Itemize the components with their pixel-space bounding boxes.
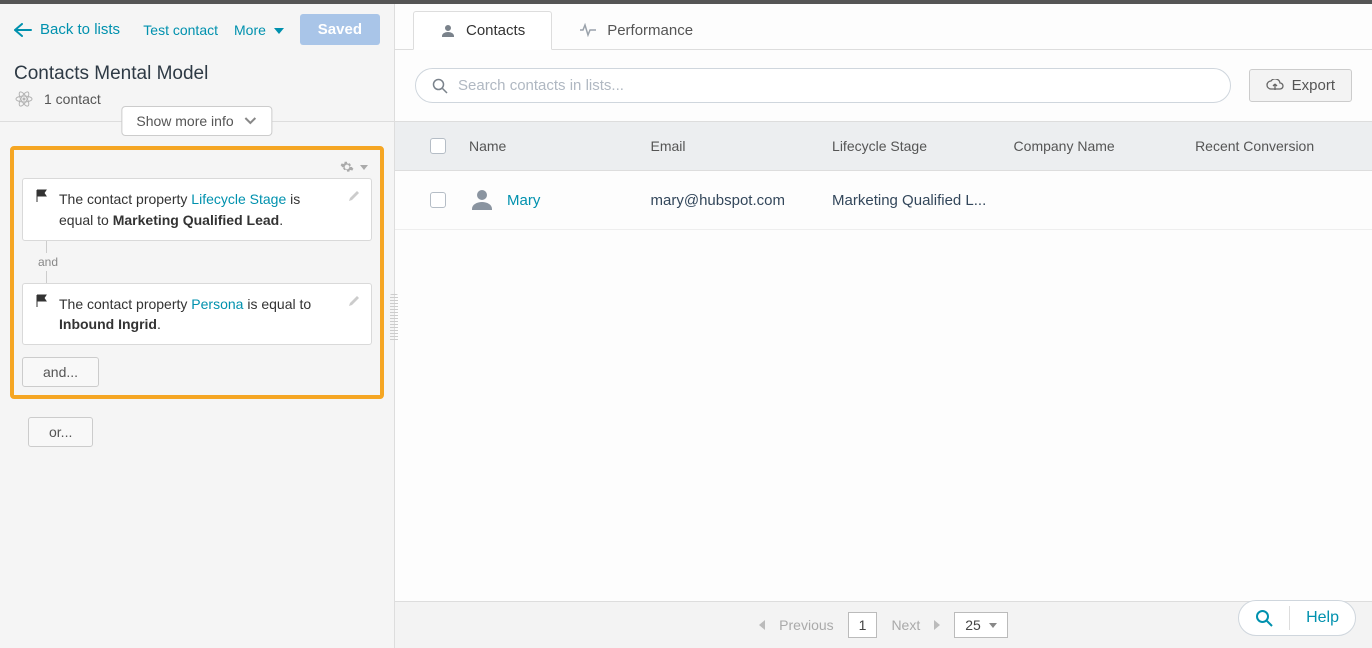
- avatar-icon: [469, 187, 495, 213]
- table-row: Mary mary@hubspot.com Marketing Qualifie…: [395, 171, 1372, 230]
- edit-filter-button[interactable]: [347, 294, 361, 308]
- export-label: Export: [1292, 77, 1335, 94]
- search-icon: [1255, 609, 1273, 627]
- atom-icon: [14, 89, 34, 109]
- help-widget[interactable]: Help: [1238, 600, 1356, 636]
- tab-performance-label: Performance: [607, 22, 693, 39]
- show-more-info-button[interactable]: Show more info: [121, 106, 272, 136]
- pencil-icon: [347, 294, 361, 308]
- search-icon: [432, 78, 448, 94]
- filter-card[interactable]: The contact property Lifecycle Stage is …: [22, 178, 372, 241]
- more-menu[interactable]: More: [234, 22, 284, 38]
- test-contact-link[interactable]: Test contact: [143, 22, 218, 38]
- help-search-button[interactable]: [1239, 601, 1289, 635]
- contact-name-link[interactable]: Mary: [507, 192, 540, 209]
- page-size-value: 25: [965, 617, 981, 633]
- filter-settings-button[interactable]: [340, 158, 368, 174]
- page-number[interactable]: 1: [848, 612, 878, 638]
- chevron-down-icon: [274, 28, 284, 34]
- search-input[interactable]: [456, 76, 1214, 95]
- chevron-down-icon: [244, 116, 258, 126]
- filter-property-link[interactable]: Lifecycle Stage: [191, 191, 286, 207]
- back-to-lists-label: Back to lists: [40, 21, 120, 38]
- arrow-left-icon: [14, 23, 32, 37]
- column-lifecycle-stage[interactable]: Lifecycle Stage: [824, 138, 1006, 154]
- row-checkbox[interactable]: [430, 192, 446, 208]
- sidebar: Back to lists Test contact More Saved Co…: [0, 4, 395, 648]
- column-company-name[interactable]: Company Name: [1006, 138, 1188, 154]
- filter-text-prefix: The contact property: [59, 191, 191, 207]
- saved-button[interactable]: Saved: [300, 14, 380, 45]
- previous-page-button[interactable]: Previous: [779, 617, 833, 633]
- filter-text-suffix: .: [157, 316, 161, 332]
- table-header: Name Email Lifecycle Stage Company Name …: [395, 121, 1372, 171]
- more-label: More: [234, 22, 266, 38]
- back-to-lists-link[interactable]: Back to lists: [14, 21, 120, 38]
- export-button[interactable]: Export: [1249, 69, 1352, 102]
- add-or-filter-button[interactable]: or...: [28, 417, 93, 447]
- contact-count-label: 1 contact: [44, 91, 101, 107]
- add-and-filter-button[interactable]: and...: [22, 357, 99, 387]
- search-contacts[interactable]: [415, 68, 1231, 103]
- pencil-icon: [347, 189, 361, 203]
- filter-text-prefix: The contact property: [59, 296, 191, 312]
- filter-card[interactable]: The contact property Persona is equal to…: [22, 283, 372, 346]
- help-label[interactable]: Help: [1290, 601, 1355, 635]
- filter-connector-and: and: [38, 255, 372, 269]
- column-recent-conversion[interactable]: Recent Conversion: [1187, 138, 1352, 154]
- tab-performance[interactable]: Performance: [552, 10, 720, 49]
- list-title: Contacts Mental Model: [0, 51, 394, 89]
- gear-icon: [340, 160, 354, 174]
- person-icon: [440, 23, 456, 39]
- tab-contacts[interactable]: Contacts: [413, 11, 552, 50]
- contact-lifecycle: Marketing Qualified L...: [824, 192, 1006, 209]
- filters-group: The contact property Lifecycle Stage is …: [10, 146, 384, 399]
- triangle-right-icon: [934, 620, 940, 630]
- flag-icon: [35, 294, 49, 308]
- tab-contacts-label: Contacts: [466, 22, 525, 39]
- next-page-button[interactable]: Next: [891, 617, 920, 633]
- filter-property-value: Marketing Qualified Lead: [113, 212, 279, 228]
- cloud-export-icon: [1266, 79, 1284, 93]
- tabs: Contacts Performance: [395, 4, 1372, 50]
- triangle-left-icon: [759, 620, 765, 630]
- sidebar-resize-handle[interactable]: [390, 294, 398, 342]
- main-panel: Contacts Performance Export Name Email L…: [395, 4, 1372, 648]
- contact-email: mary@hubspot.com: [643, 192, 825, 209]
- filter-text-mid: is equal to: [243, 296, 311, 312]
- filter-text-suffix: .: [279, 212, 283, 228]
- filter-property-link[interactable]: Persona: [191, 296, 243, 312]
- chevron-down-icon: [989, 623, 997, 628]
- page-size-select[interactable]: 25: [954, 612, 1008, 638]
- edit-filter-button[interactable]: [347, 189, 361, 203]
- flag-icon: [35, 189, 49, 203]
- column-email[interactable]: Email: [643, 138, 825, 154]
- activity-icon: [579, 23, 597, 37]
- chevron-down-icon: [360, 165, 368, 170]
- show-more-info-label: Show more info: [136, 113, 233, 129]
- column-name[interactable]: Name: [461, 138, 643, 154]
- filter-property-value: Inbound Ingrid: [59, 316, 157, 332]
- select-all-checkbox[interactable]: [430, 138, 446, 154]
- pagination: Previous 1 Next 25: [395, 601, 1372, 648]
